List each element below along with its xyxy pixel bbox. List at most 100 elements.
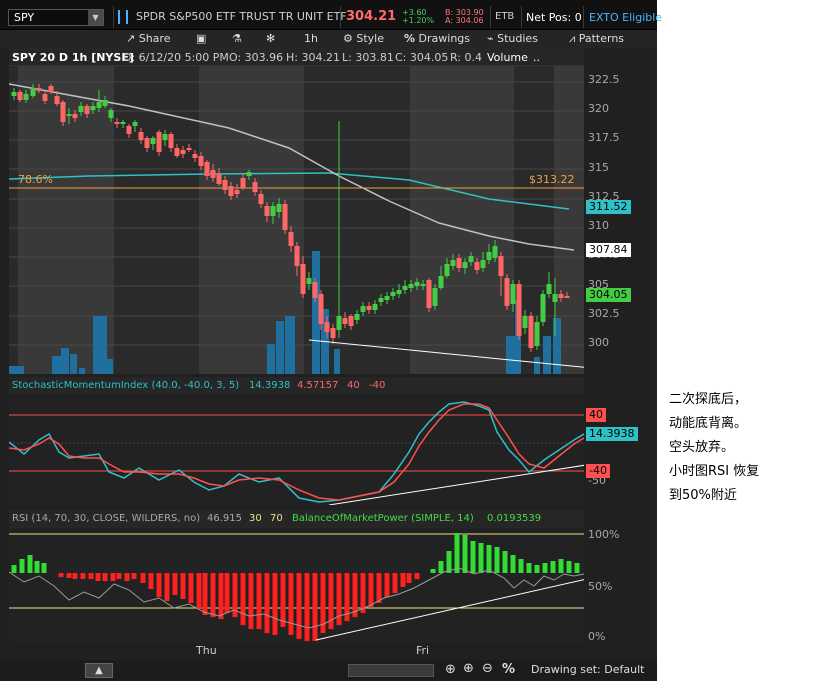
candle-body <box>444 264 450 276</box>
bmp-bar <box>95 573 101 581</box>
bmp-bar <box>210 573 216 617</box>
bmp-bar <box>148 573 154 589</box>
bmp-name: BalanceOfMarketPower (SIMPLE, 14) <box>292 513 474 524</box>
flask-button[interactable]: ⚗ <box>232 32 242 45</box>
candle-body <box>144 138 150 148</box>
link-icon[interactable] <box>118 10 128 24</box>
bmp-bar <box>558 559 564 573</box>
candle-body <box>552 294 558 302</box>
price-tick: 322.5 <box>588 73 620 86</box>
bmp-bar <box>272 573 278 635</box>
divider <box>490 6 491 28</box>
bmp-bar <box>510 555 516 573</box>
candle-body <box>42 94 48 101</box>
bmp-bar <box>400 573 406 587</box>
divider <box>521 6 522 28</box>
exto-eligible: EXTO Eligible <box>589 11 663 24</box>
candle-body <box>48 86 54 92</box>
bmp-bar <box>156 573 162 597</box>
candle-body <box>342 318 348 324</box>
scrollbar[interactable] <box>348 664 434 677</box>
crosshair-icon[interactable]: ⊕ <box>445 662 456 677</box>
bmp-bar <box>34 561 40 573</box>
divider <box>340 6 341 28</box>
volume-bar <box>543 336 551 374</box>
candle-body <box>246 172 252 176</box>
chevron-down-icon[interactable]: ▼ <box>88 10 103 25</box>
bmp-bar <box>240 573 246 625</box>
candle-body <box>324 322 330 332</box>
volume-bar <box>334 349 340 374</box>
bmp-bar <box>438 561 444 573</box>
stochastic-upper: 40 <box>347 380 360 391</box>
candle-body <box>378 298 384 302</box>
candle-body <box>528 316 534 348</box>
candle-body <box>72 114 78 118</box>
gear-button[interactable]: ✻ <box>266 32 275 45</box>
bmp-bar <box>376 573 382 603</box>
rsi-axis: 100% 50% 0% <box>584 528 649 643</box>
stochastic-axis: 50 -50 40 14.3938 -40 <box>584 398 649 505</box>
bmp-bar <box>88 573 94 579</box>
last-price: 304.21 <box>346 9 397 24</box>
candle-body <box>468 256 474 262</box>
chart-settings-button[interactable]: ▣ <box>196 32 206 45</box>
share-button[interactable]: ↗ Share <box>126 32 170 45</box>
bmp-bar <box>486 545 492 573</box>
price-change: +3.60 +1.20% <box>402 9 434 25</box>
expand-button[interactable]: ▲ <box>85 663 113 678</box>
drawings-label: Drawings <box>418 32 471 45</box>
candle-body <box>108 110 114 118</box>
candle-body <box>306 278 312 284</box>
annotation-note: 二次探底后， 动能底背离。 空头放弃。 小时图RSI 恢复 到50%附近 <box>669 388 759 508</box>
bmp-bar <box>406 573 412 583</box>
drawing-set-label[interactable]: Drawing set: Default <box>531 663 644 676</box>
studies-button[interactable]: ⌁ Studies <box>487 32 538 45</box>
bmp-bar <box>288 573 294 635</box>
volume-bar <box>52 356 62 374</box>
stochastic-signal-line <box>9 403 584 501</box>
candle-body <box>432 288 438 306</box>
studies-label: Studies <box>497 32 538 45</box>
candle-body <box>516 284 522 336</box>
header-more[interactable]: .. <box>533 51 540 64</box>
low-readout: L: 303.81 <box>342 51 394 64</box>
style-button[interactable]: ⚙ Style <box>343 32 384 45</box>
rsi-tick: 50% <box>588 580 613 593</box>
bmp-bar <box>550 561 556 573</box>
rsi-overbought: 70 <box>270 513 283 524</box>
bmp-bar <box>414 573 420 579</box>
bmp-bar <box>131 573 137 579</box>
rsi-chart[interactable] <box>9 528 584 643</box>
volume-label: Volume <box>487 51 528 64</box>
stochastic-name: StochasticMomentumIndex (40.0, -40.0, 3,… <box>12 380 240 391</box>
price-tick: 315 <box>588 161 609 174</box>
stochastic-chart[interactable] <box>9 398 584 505</box>
bmp-bar <box>41 563 47 573</box>
candle-body <box>522 316 528 328</box>
style-label: Style <box>356 32 385 45</box>
high-readout: H: 304.21 <box>286 51 340 64</box>
bmp-bar <box>102 573 108 581</box>
zoom-in-icon[interactable]: ⊕ <box>463 661 474 676</box>
ask-value: A: 304.06 <box>445 16 484 25</box>
zoom-out-icon[interactable]: ⊖ <box>482 661 493 676</box>
candle-body <box>282 204 288 230</box>
drawings-button[interactable]: % Drawings <box>404 32 470 45</box>
bmp-bar <box>360 573 366 613</box>
bmp-bar <box>180 573 186 599</box>
bmp-bar <box>116 573 122 579</box>
candle-body <box>456 258 462 268</box>
bmp-bar <box>296 573 302 639</box>
patterns-button[interactable]: ⩘ Patterns <box>569 32 624 46</box>
bmp-bar <box>454 533 460 573</box>
candle-body <box>264 206 270 216</box>
percent-icon[interactable]: % <box>502 662 515 677</box>
time-label-thu: Thu <box>196 644 217 657</box>
candle-body <box>132 122 138 126</box>
after-hours-shade <box>9 66 18 374</box>
price-chart[interactable]: 78.6% $313.22 <box>9 66 584 374</box>
candle-body <box>11 92 17 96</box>
candle-body <box>288 232 294 246</box>
interval-button[interactable]: 1h <box>304 32 318 45</box>
